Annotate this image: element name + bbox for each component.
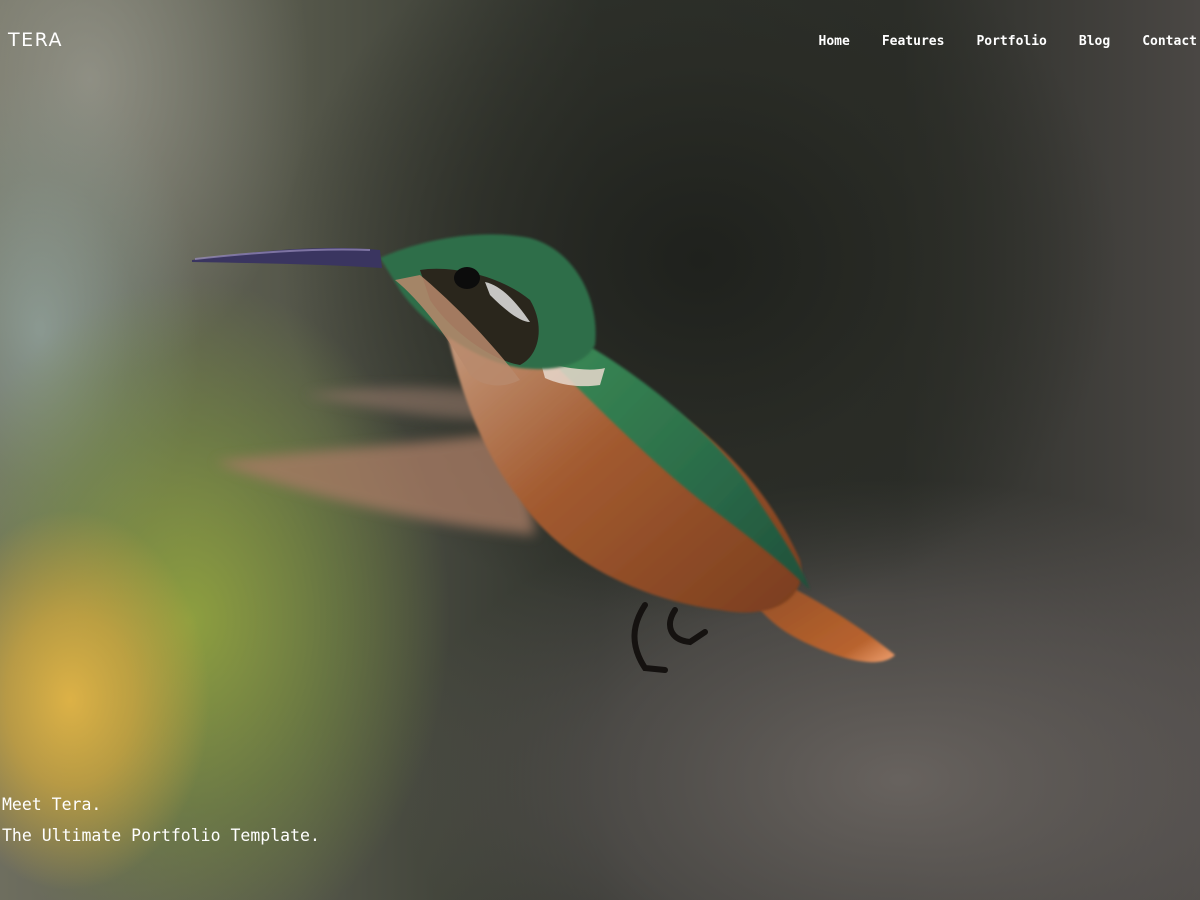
main-nav: Home Features Portfolio Blog Contact — [819, 34, 1198, 49]
hero-subheadline: The Ultimate Portfolio Template. — [2, 826, 320, 845]
hummingbird-photo — [192, 234, 895, 673]
hero-tagline: Meet Tera. The Ultimate Portfolio Templa… — [2, 789, 320, 851]
hero-section — [0, 0, 1200, 900]
nav-item-portfolio[interactable]: Portfolio — [976, 34, 1046, 49]
brand-logo[interactable]: TERA — [8, 29, 63, 51]
nav-item-features[interactable]: Features — [882, 34, 945, 49]
nav-item-blog[interactable]: Blog — [1079, 34, 1110, 49]
nav-item-contact[interactable]: Contact — [1142, 34, 1197, 49]
hero-headline: Meet Tera. — [2, 795, 102, 814]
nav-item-home[interactable]: Home — [819, 34, 850, 49]
